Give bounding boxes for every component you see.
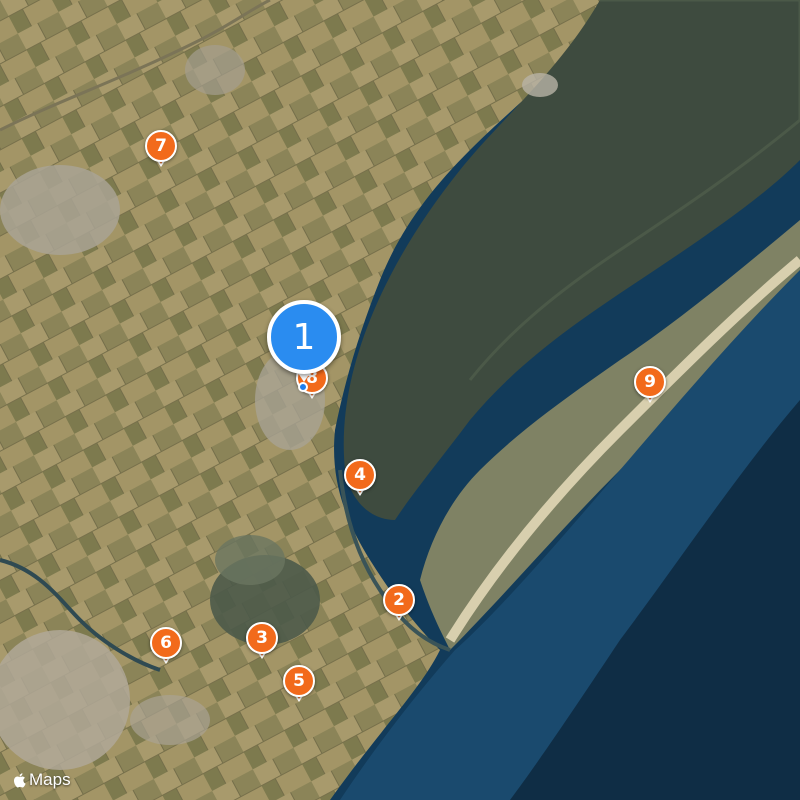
map-view[interactable]: 876543291 Maps <box>0 0 800 800</box>
marker-label: 6 <box>150 627 182 659</box>
marker-label: 3 <box>246 622 278 654</box>
map-marker-9[interactable]: 9 <box>634 366 666 404</box>
map-marker-4[interactable]: 4 <box>344 459 376 497</box>
map-marker-3[interactable]: 3 <box>246 622 278 660</box>
map-marker-5[interactable]: 5 <box>283 665 315 703</box>
apple-logo-icon <box>13 773 26 788</box>
map-marker-2[interactable]: 2 <box>383 584 415 622</box>
marker-label: 2 <box>383 584 415 616</box>
map-marker-7[interactable]: 7 <box>145 130 177 168</box>
satellite-imagery <box>0 0 800 800</box>
marker-label: 7 <box>145 130 177 162</box>
attribution-text: Maps <box>29 770 71 789</box>
location-dot-icon <box>298 382 308 392</box>
map-marker-6[interactable]: 6 <box>150 627 182 665</box>
marker-label: 5 <box>283 665 315 697</box>
selected-marker-1[interactable]: 1 <box>267 300 341 384</box>
marker-label: 4 <box>344 459 376 491</box>
marker-label: 1 <box>267 300 341 374</box>
marker-label: 9 <box>634 366 666 398</box>
maps-attribution[interactable]: Maps <box>12 770 71 790</box>
